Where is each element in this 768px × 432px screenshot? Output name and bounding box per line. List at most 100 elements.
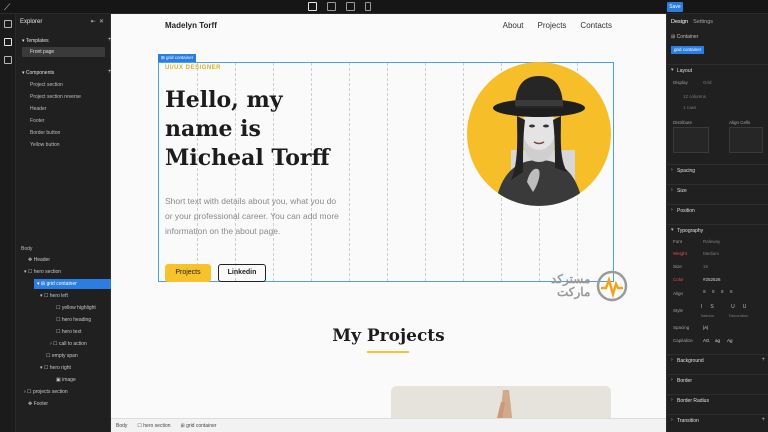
yellow-highlight[interactable]: UI/UX DESIGNER xyxy=(165,65,221,71)
component-item[interactable]: Project section xyxy=(30,82,63,88)
add-icon[interactable]: + xyxy=(761,357,765,363)
layout-section[interactable]: ▾ Layout xyxy=(667,64,768,76)
capitalize-upper[interactable]: AG xyxy=(703,338,710,343)
add-icon[interactable] xyxy=(4,20,12,28)
template-item-front-page[interactable]: Front page xyxy=(22,47,105,57)
container-label: Container xyxy=(676,34,699,40)
project-card-image[interactable] xyxy=(391,386,611,418)
nav-link-contacts[interactable]: Contacts xyxy=(580,21,612,30)
tablet-icon[interactable] xyxy=(346,2,355,11)
nav-link-projects[interactable]: Projects xyxy=(538,21,567,30)
align-label: Align xyxy=(673,291,684,296)
font-select[interactable]: Raleway xyxy=(703,239,720,244)
tree-row-label: Footer xyxy=(33,401,49,407)
add-icon[interactable]: + xyxy=(761,417,765,423)
explorer-title: Explorer xyxy=(20,19,43,25)
tree-root-label[interactable]: Body xyxy=(21,246,32,252)
component-item[interactable]: Header xyxy=(30,106,46,112)
breadcrumb-label: grid container xyxy=(186,422,217,429)
transition-section[interactable]: › Transition + xyxy=(667,414,768,426)
tree-row-empty-span[interactable]: ☐ empty span xyxy=(16,351,111,361)
breadcrumb-label: hero section xyxy=(143,422,171,429)
rows-value[interactable]: 1 rows xyxy=(683,105,696,110)
align-icons[interactable]: ≡≡≡≡ xyxy=(703,289,739,295)
tree-row-hero-heading[interactable]: ☐ hero heading xyxy=(16,315,111,325)
hero-text[interactable]: Short text with details about you, what … xyxy=(165,194,340,239)
size-section[interactable]: › Size xyxy=(667,184,768,196)
tab-design[interactable]: Design xyxy=(671,19,688,25)
tree-row-hero-right[interactable]: ▾ ☐ hero right xyxy=(16,363,111,373)
component-item[interactable]: Yellow button xyxy=(30,142,60,148)
breadcrumb-item[interactable]: ⊞ grid container xyxy=(181,423,217,429)
breadcrumb: Body ☐ hero section ⊞ grid container xyxy=(111,418,666,432)
selected-class-badge[interactable]: grid container xyxy=(671,46,705,54)
laptop-icon[interactable] xyxy=(327,2,336,11)
projects-title[interactable]: My Projects xyxy=(111,326,666,346)
image-icon[interactable] xyxy=(4,56,12,64)
border-section[interactable]: › Border xyxy=(667,374,768,386)
mobile-icon[interactable] xyxy=(365,2,371,11)
desktop-icon[interactable] xyxy=(308,2,317,11)
chevron-down-icon: ▾ xyxy=(671,67,674,73)
section-title: Background xyxy=(677,358,704,364)
site-name[interactable]: Madelyn Torff xyxy=(165,21,217,30)
component-item[interactable]: Border button xyxy=(30,130,60,136)
tree-row-grid-container[interactable]: ▾ ⊞ grid container xyxy=(34,279,111,289)
device-switcher xyxy=(308,2,371,11)
style-icons[interactable]: IS UU xyxy=(701,304,754,310)
capitalize-label: Capitalize xyxy=(673,338,693,343)
tree-row-call-to-action[interactable]: › ☐ call to action xyxy=(16,339,111,349)
tree-row-header[interactable]: ✥ Header xyxy=(16,255,111,265)
layers-icon[interactable] xyxy=(4,38,12,46)
components-section[interactable]: ▾ Components + xyxy=(22,69,112,76)
position-section[interactable]: › Position xyxy=(667,204,768,216)
style-label: Style xyxy=(673,308,684,313)
background-section[interactable]: › Background + xyxy=(667,354,768,366)
save-button[interactable]: Save xyxy=(667,2,683,12)
tree-row-hero-left[interactable]: ▾ ☐ hero left xyxy=(16,291,111,301)
columns-value[interactable]: 12 columns xyxy=(683,94,706,99)
design-canvas[interactable]: Madelyn Torff About Projects Contacts ⊞ … xyxy=(111,14,666,418)
breadcrumb-item[interactable]: ☐ hero section xyxy=(137,423,170,429)
component-item[interactable]: Footer xyxy=(30,118,44,124)
site-nav: About Projects Contacts xyxy=(503,21,612,30)
distribute-control[interactable] xyxy=(673,127,709,153)
tab-settings[interactable]: Settings xyxy=(693,19,713,25)
color-value[interactable]: #252526 xyxy=(703,277,721,282)
collapse-icon[interactable]: ⇤ xyxy=(91,19,96,25)
linkedin-button[interactable]: Linkedin xyxy=(218,264,266,282)
hero-portrait-image[interactable] xyxy=(467,62,611,206)
border-radius-section[interactable]: › Border Radius xyxy=(667,394,768,406)
tree-row-label: hero heading xyxy=(61,317,92,323)
display-select[interactable]: Grid xyxy=(703,80,712,85)
app-logo-icon[interactable]: ⟋ xyxy=(4,2,14,12)
templates-section[interactable]: ▾ Templates + xyxy=(22,37,112,44)
align-cells-control[interactable] xyxy=(729,127,763,153)
size-input[interactable]: 16 xyxy=(703,264,708,269)
capitalize-lower[interactable]: ag xyxy=(715,338,720,343)
grid-container-tag[interactable]: ⊞ grid container xyxy=(158,54,197,62)
tree-row-footer[interactable]: ✥ Footer xyxy=(16,399,111,409)
nav-link-about[interactable]: About xyxy=(503,21,524,30)
breadcrumb-item[interactable]: Body xyxy=(116,423,127,429)
tree-row-hero-section[interactable]: ▾ ☐ hero section xyxy=(16,267,111,277)
letter-spacing-icon[interactable]: |A| xyxy=(703,325,708,330)
weight-select[interactable]: Medium xyxy=(703,251,719,256)
section-title: Border xyxy=(677,378,693,384)
tree-row-yellow-highlight[interactable]: ☐ yellow highlight xyxy=(16,303,111,313)
grid-column-line xyxy=(387,63,388,281)
projects-button[interactable]: Projects xyxy=(165,264,211,282)
close-icon[interactable]: ✕ xyxy=(99,19,104,25)
tree-row-image[interactable]: ▣ image xyxy=(16,375,111,385)
hero-heading[interactable]: Hello, my name is Micheal Torff xyxy=(165,86,355,173)
container-row[interactable]: ⊞ Container xyxy=(671,34,698,40)
typography-section[interactable]: ▾ Typography xyxy=(667,224,768,236)
top-bar: ⟋ Save xyxy=(0,0,768,14)
section-title: Position xyxy=(677,208,695,214)
tree-row-projects-section[interactable]: › ☐ projects section xyxy=(16,387,111,397)
tree-row-hero-text[interactable]: ☐ hero text xyxy=(16,327,111,337)
properties-panel: Design Settings ⊞ Container grid contain… xyxy=(666,14,768,432)
component-item[interactable]: Project section reverse xyxy=(30,94,81,100)
capitalize-title[interactable]: Ag xyxy=(727,338,733,343)
spacing-section[interactable]: › Spacing xyxy=(667,164,768,176)
